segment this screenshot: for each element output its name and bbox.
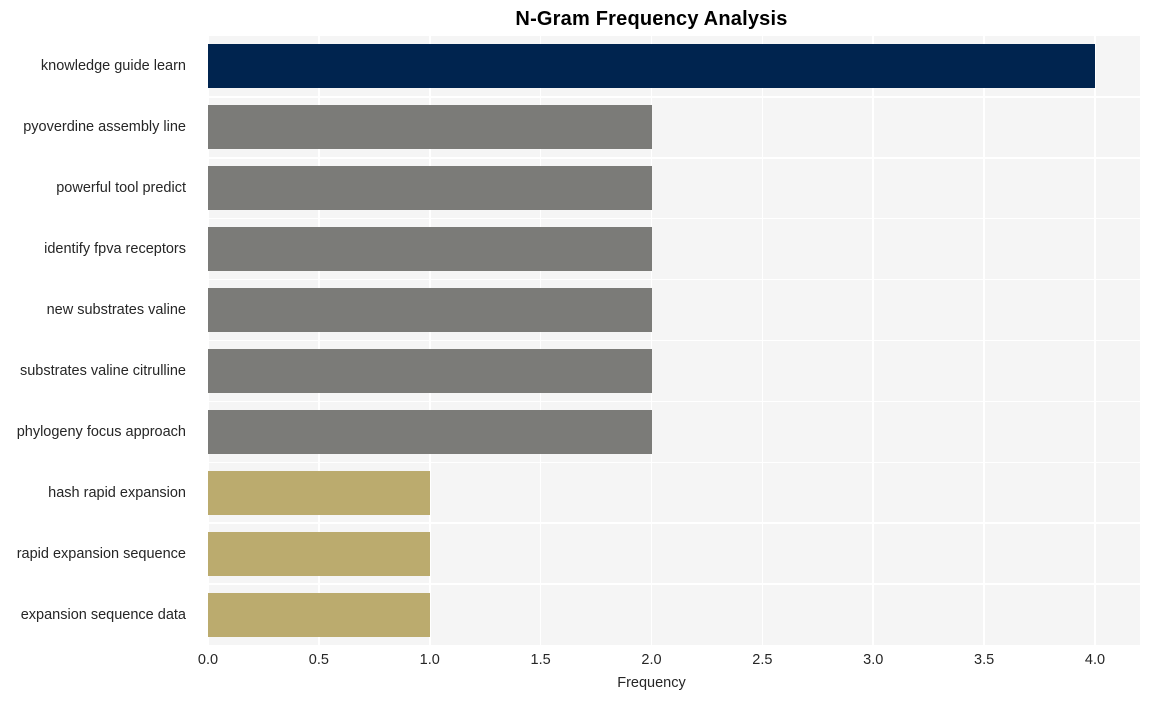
gridline-horizontal bbox=[208, 339, 1140, 342]
bar[interactable] bbox=[208, 531, 430, 576]
bar[interactable] bbox=[208, 105, 652, 150]
gridline-horizontal bbox=[208, 217, 1140, 220]
gridline-horizontal bbox=[208, 96, 1140, 98]
y-axis-tick-label: identify fpva receptors bbox=[44, 241, 186, 258]
y-axis-tick-label: pyoverdine assembly line bbox=[23, 119, 186, 136]
x-axis-tick-label: 1.0 bbox=[419, 652, 440, 668]
bar[interactable] bbox=[208, 44, 1095, 89]
y-axis-tick-label: powerful tool predict bbox=[56, 180, 186, 197]
bar[interactable] bbox=[208, 592, 430, 637]
gridline-horizontal bbox=[208, 461, 1140, 464]
bar[interactable] bbox=[208, 166, 652, 211]
gridline-horizontal bbox=[208, 278, 1140, 281]
gridline-horizontal bbox=[208, 522, 1140, 524]
x-axis-tick-label: 1.5 bbox=[530, 652, 551, 668]
y-axis-tick-label: expansion sequence data bbox=[20, 606, 186, 623]
x-axis-tick-label: 0.0 bbox=[197, 652, 219, 668]
y-axis-tick-labels: knowledge guide learn pyoverdine assembly… bbox=[0, 36, 200, 645]
x-axis-tick-label: 4.0 bbox=[1084, 652, 1106, 668]
gridline-horizontal bbox=[208, 583, 1140, 585]
x-axis-tick-label: 0.5 bbox=[308, 652, 329, 668]
bar[interactable] bbox=[208, 288, 652, 333]
y-axis-tick-label: rapid expansion sequence bbox=[16, 545, 186, 562]
bar[interactable] bbox=[208, 348, 652, 393]
chart-title: N-Gram Frequency Analysis bbox=[515, 8, 788, 30]
x-axis-label: Frequency bbox=[617, 675, 686, 691]
x-axis-tick-label: 3.0 bbox=[863, 652, 884, 668]
bar[interactable] bbox=[208, 470, 430, 515]
x-axis-tick-labels: 0.0 0.5 1.0 1.5 2.0 2.5 3.0 3.5 4.0 bbox=[198, 649, 1140, 671]
y-axis-tick-label: hash rapid expansion bbox=[48, 484, 186, 501]
chart-figure: N-Gram Frequency Analysis knowledge guid… bbox=[0, 0, 1149, 701]
y-axis-tick-label: knowledge guide learn bbox=[40, 58, 186, 75]
gridline-horizontal bbox=[208, 157, 1140, 159]
bar[interactable] bbox=[208, 409, 652, 454]
y-axis-tick-label: phylogeny focus approach bbox=[16, 423, 186, 440]
x-axis-tick-label: 2.0 bbox=[641, 652, 662, 668]
x-axis-tick-label: 3.5 bbox=[974, 652, 995, 668]
y-axis-tick-label: substrates valine citrulline bbox=[19, 362, 186, 379]
y-axis-tick-label: new substrates valine bbox=[46, 302, 186, 319]
bar[interactable] bbox=[208, 227, 652, 272]
plot-area bbox=[208, 36, 1140, 645]
x-axis-tick-label: 2.5 bbox=[752, 652, 773, 668]
gridline-horizontal bbox=[208, 400, 1140, 403]
